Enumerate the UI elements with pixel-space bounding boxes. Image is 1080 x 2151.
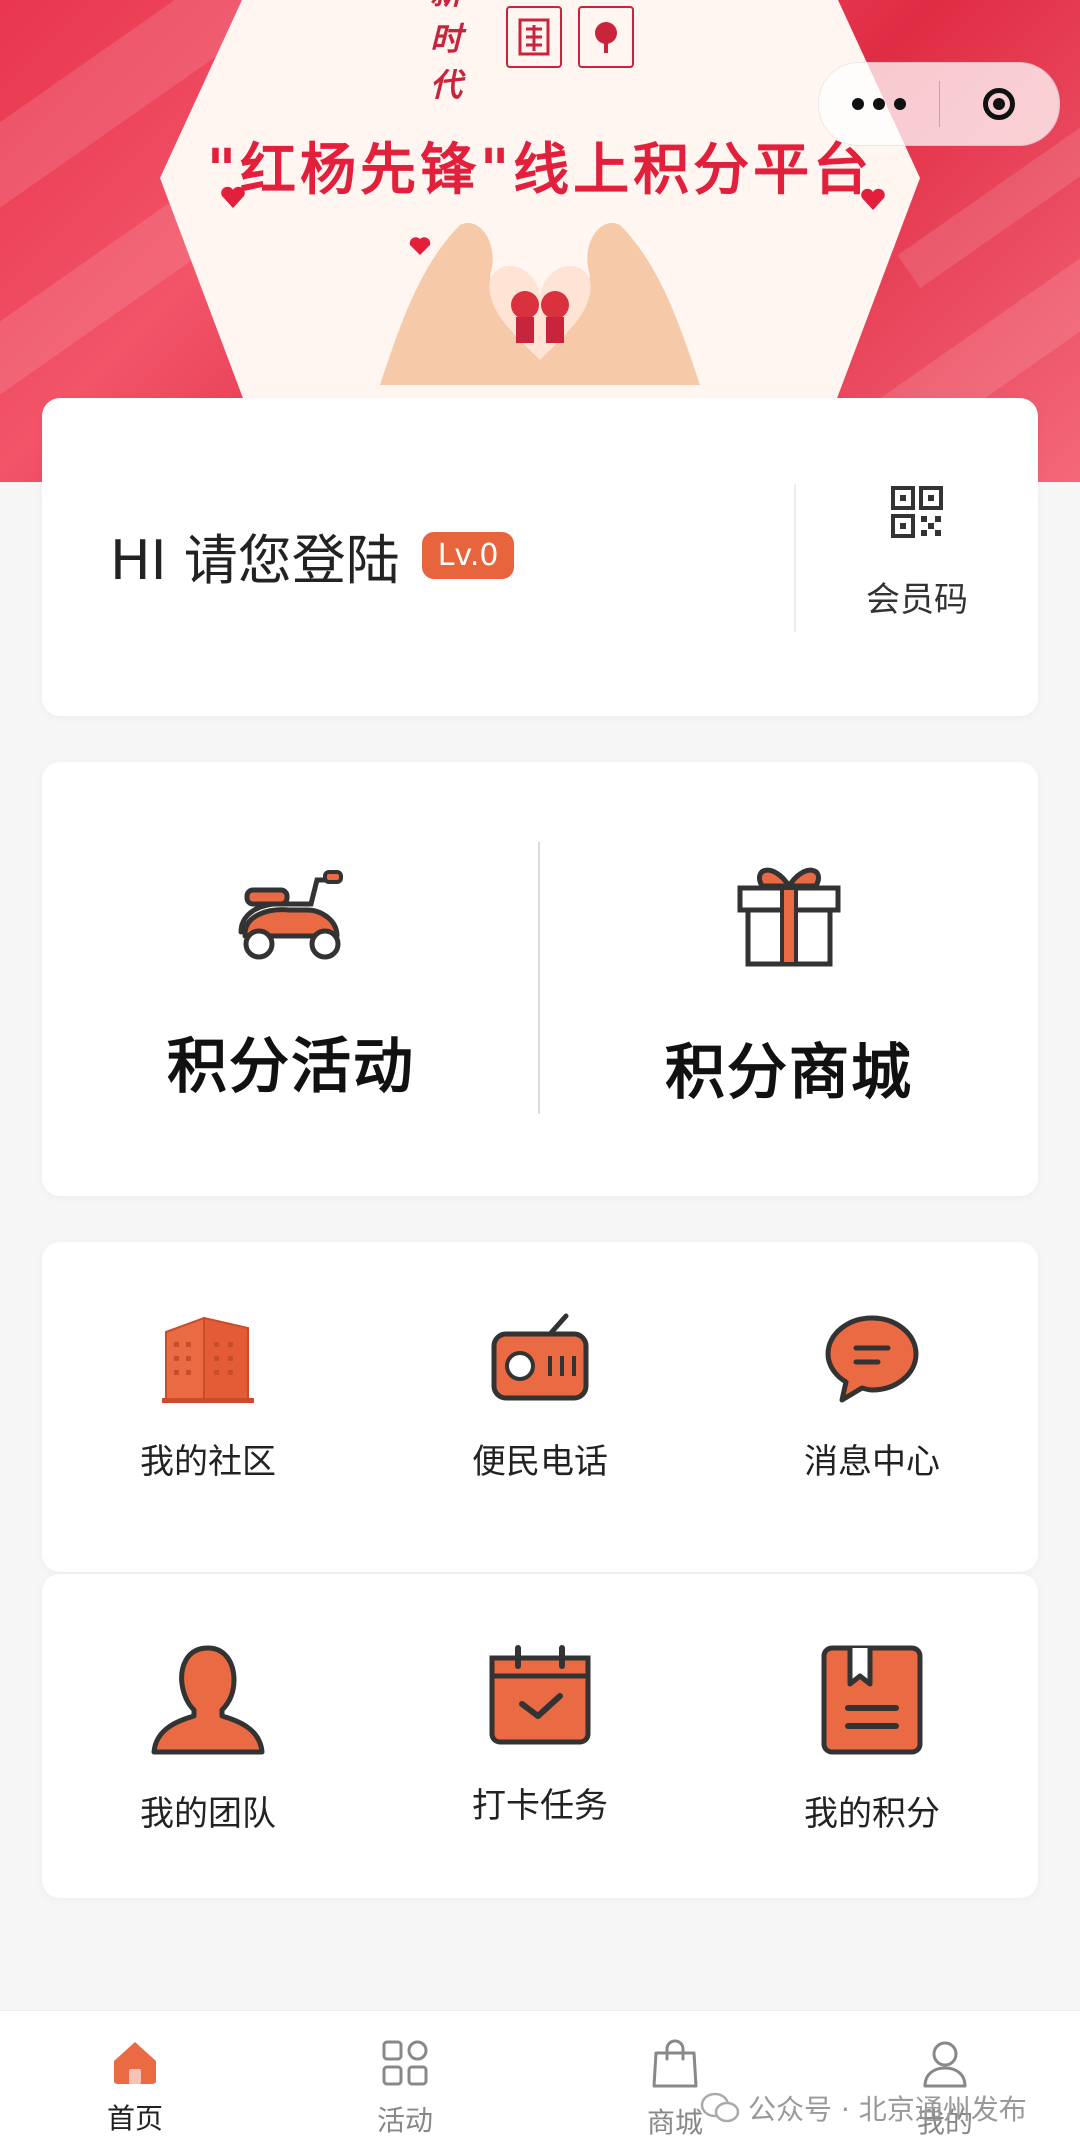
district-seal-logo	[506, 6, 562, 68]
red-poplar-logo	[578, 6, 634, 68]
tab-label: 活动	[376, 2104, 433, 2137]
tab-mine[interactable]: 我的	[810, 2011, 1080, 2151]
points-mall-button[interactable]: 积分商城	[540, 762, 1038, 1196]
user-icon	[923, 2041, 967, 2088]
grid-item-label: 我的积分	[804, 1794, 940, 1834]
points-mall-label: 积分商城	[665, 1038, 913, 1108]
grid-item-message-center[interactable]: 消息中心	[706, 1242, 1038, 1572]
target-icon[interactable]	[940, 88, 1060, 120]
grid-item-label: 我的团队	[140, 1794, 276, 1834]
watermark: 公众号 · 北京通州发布	[700, 2088, 1027, 2128]
grid-icon	[382, 2040, 428, 2086]
tab-activity[interactable]: 活动	[270, 2011, 540, 2151]
grid-item-label: 我的社区	[140, 1442, 276, 1482]
scooter-icon	[238, 870, 343, 960]
tab-mall[interactable]: 商城	[540, 2011, 810, 2151]
more-dots-icon[interactable]	[819, 98, 939, 110]
grid-item-my-points[interactable]: 我的积分	[706, 1574, 1038, 1898]
grid-item-public-phone[interactable]: 便民电话	[374, 1242, 706, 1572]
heart-icon	[861, 188, 885, 210]
home-icon	[114, 2042, 156, 2084]
gift-icon	[737, 867, 841, 967]
mini-program-capsule	[818, 62, 1060, 146]
tab-home[interactable]: 首页	[0, 2011, 270, 2151]
feature-grid-row-2: 我的团队 打卡任务 我的积分	[42, 1574, 1038, 1898]
grid-item-check-in-task[interactable]: 打卡任务	[374, 1574, 706, 1898]
wechat-icon	[700, 2092, 740, 2123]
new-era-logo: 新时代	[430, 0, 463, 104]
feature-grid-row-1: 我的社区 便民电话 消息中心	[42, 1242, 1038, 1572]
heart-hands-illustration	[380, 223, 700, 385]
radio-icon	[491, 1313, 589, 1401]
points-card: 积分活动 积分商城	[42, 762, 1038, 1196]
bottom-tab-bar: 首页 活动 商城 我的	[0, 2010, 1080, 2151]
banner-logos: 新时代	[430, 0, 634, 104]
calendar-check-icon	[489, 1645, 591, 1745]
greeting-text[interactable]: HI 请您登陆	[110, 516, 400, 595]
points-activity-button[interactable]: 积分活动	[42, 762, 540, 1196]
points-activity-label: 积分活动	[167, 1032, 415, 1102]
grid-item-my-team[interactable]: 我的团队	[42, 1574, 374, 1898]
person-icon	[151, 1645, 265, 1755]
shopping-bag-icon	[652, 2039, 698, 2088]
bookmark-book-icon	[821, 1645, 923, 1755]
login-card: HI 请您登陆 Lv.0 会员码	[42, 398, 1038, 716]
chat-bubble-icon	[825, 1315, 919, 1403]
tab-label: 商城	[646, 2106, 703, 2139]
qr-code-icon	[891, 486, 943, 538]
grid-item-label: 便民电话	[472, 1442, 608, 1482]
grid-item-my-community[interactable]: 我的社区	[42, 1242, 374, 1572]
divider	[538, 842, 540, 1114]
watermark-text: 公众号 · 北京通州发布	[748, 2093, 1027, 2126]
tab-label: 首页	[106, 2102, 163, 2135]
member-code-label: 会员码	[866, 580, 968, 620]
member-code-button[interactable]: 会员码	[796, 486, 1038, 621]
grid-item-label: 消息中心	[804, 1442, 940, 1482]
level-badge: Lv.0	[421, 532, 515, 579]
login-prompt[interactable]: HI 请您登陆 Lv.0	[110, 516, 515, 595]
buildings-icon	[162, 1316, 254, 1403]
heart-icon	[221, 186, 245, 208]
grid-item-label: 打卡任务	[472, 1786, 608, 1826]
